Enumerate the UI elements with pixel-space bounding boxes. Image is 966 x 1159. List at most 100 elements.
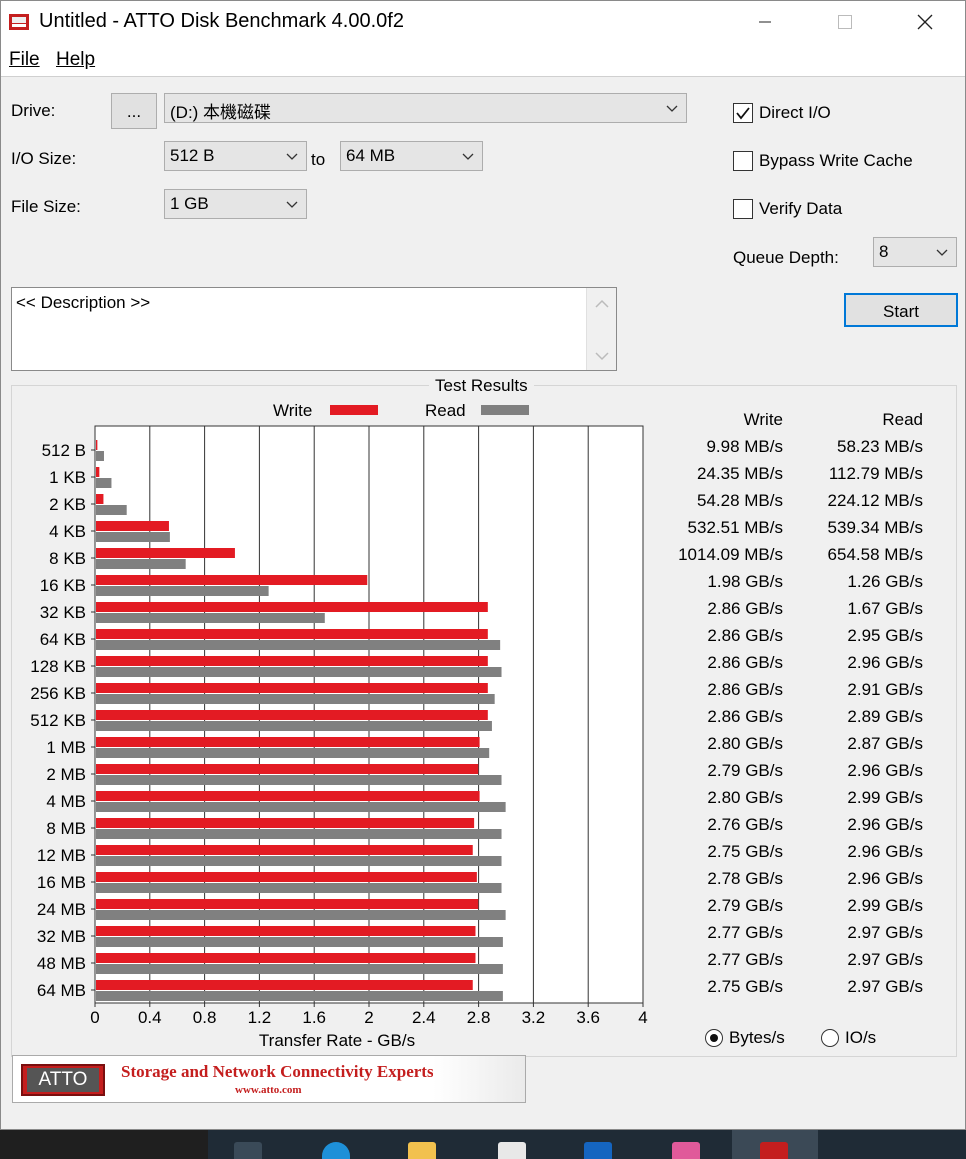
read-bar <box>96 883 502 893</box>
read-result-value: 2.99 GB/s <box>847 896 923 915</box>
atto-window: Untitled - ATTO Disk Benchmark 4.00.0f2 … <box>0 0 966 1130</box>
bytes-per-sec-radio[interactable]: Bytes/s <box>705 1028 785 1048</box>
y-tick-label: 256 KB <box>30 684 86 703</box>
write-bar <box>96 548 235 558</box>
y-tick-label: 16 KB <box>40 576 86 595</box>
atto-banner[interactable]: ATTO Storage and Network Connectivity Ex… <box>12 1055 526 1103</box>
read-bar <box>96 991 503 1001</box>
y-tick-label: 64 KB <box>40 630 86 649</box>
write-bar <box>96 710 488 720</box>
read-bar <box>96 559 186 569</box>
y-tick-label: 4 MB <box>46 792 86 811</box>
read-bar <box>96 451 104 461</box>
read-bar <box>96 505 127 515</box>
write-bar <box>96 440 98 450</box>
read-bar <box>96 586 269 596</box>
y-tick-label: 4 KB <box>49 522 86 541</box>
write-bar <box>96 845 473 855</box>
x-tick-label: 2 <box>364 1008 373 1027</box>
write-bar <box>96 629 488 639</box>
io-radio-circle <box>821 1029 839 1047</box>
read-bar <box>96 910 506 920</box>
read-result-value: 112.79 MB/s <box>828 464 923 483</box>
y-tick-label: 48 MB <box>37 954 86 973</box>
write-bar <box>96 737 480 747</box>
read-result-value: 2.97 GB/s <box>847 950 923 969</box>
bytes-radio-label: Bytes/s <box>729 1028 785 1047</box>
write-result-value: 2.76 GB/s <box>707 815 783 834</box>
x-tick-label: 3.6 <box>576 1008 600 1027</box>
read-bar <box>96 937 503 947</box>
write-result-value: 54.28 MB/s <box>697 491 783 510</box>
write-bar <box>96 818 475 828</box>
write-bar <box>96 872 477 882</box>
y-tick-label: 1 KB <box>49 468 86 487</box>
y-tick-label: 24 MB <box>37 900 86 919</box>
write-bar <box>96 791 480 801</box>
atto-taskbar-icon <box>760 1142 788 1159</box>
read-bar <box>96 856 502 866</box>
read-result-value: 2.97 GB/s <box>847 977 923 996</box>
read-bar <box>96 667 502 677</box>
read-bar <box>96 613 325 623</box>
io-radio-label: IO/s <box>845 1028 877 1047</box>
read-result-value: 1.67 GB/s <box>847 599 923 618</box>
write-result-value: 2.80 GB/s <box>707 788 783 807</box>
write-result-value: 1014.09 MB/s <box>678 545 783 564</box>
write-bar <box>96 899 479 909</box>
write-result-value: 2.79 GB/s <box>707 896 783 915</box>
x-tick-label: 2.8 <box>467 1008 491 1027</box>
write-result-value: 2.86 GB/s <box>707 680 783 699</box>
x-tick-label: 0.4 <box>138 1008 162 1027</box>
y-tick-label: 32 KB <box>40 603 86 622</box>
read-bar <box>96 721 492 731</box>
results-read-header: Read <box>882 410 923 429</box>
atto-logo: ATTO <box>21 1064 105 1096</box>
edge-icon[interactable] <box>322 1142 350 1159</box>
read-bar <box>96 478 112 488</box>
write-result-value: 1.98 GB/s <box>707 572 783 591</box>
write-result-value: 532.51 MB/s <box>687 518 783 537</box>
read-result-value: 1.26 GB/s <box>847 572 923 591</box>
mail-icon[interactable] <box>584 1142 612 1159</box>
read-bar <box>96 640 501 650</box>
x-axis-label: Transfer Rate - GB/s <box>259 1031 415 1050</box>
io-per-sec-radio[interactable]: IO/s <box>821 1028 876 1048</box>
taskbar-app-icon[interactable] <box>234 1142 262 1159</box>
write-result-value: 9.98 MB/s <box>706 437 783 456</box>
read-bar <box>96 694 495 704</box>
read-result-value: 2.96 GB/s <box>847 761 923 780</box>
photos-icon[interactable] <box>672 1142 700 1159</box>
y-tick-label: 128 KB <box>30 657 86 676</box>
read-result-value: 539.34 MB/s <box>827 518 923 537</box>
store-icon[interactable] <box>498 1142 526 1159</box>
write-bar <box>96 953 476 963</box>
folder-icon[interactable] <box>408 1142 436 1159</box>
write-bar <box>96 683 488 693</box>
write-bar <box>96 926 476 936</box>
read-bar <box>96 802 506 812</box>
x-tick-label: 0 <box>90 1008 99 1027</box>
read-result-value: 2.96 GB/s <box>847 815 923 834</box>
read-result-value: 654.58 MB/s <box>827 545 923 564</box>
read-result-value: 2.95 GB/s <box>847 626 923 645</box>
x-tick-label: 3.2 <box>522 1008 546 1027</box>
read-bar <box>96 775 502 785</box>
active-app-highlight[interactable] <box>732 1130 818 1159</box>
write-bar <box>96 980 473 990</box>
atto-logo-text: ATTO <box>27 1068 99 1092</box>
write-result-value: 2.78 GB/s <box>707 869 783 888</box>
read-bar <box>96 964 503 974</box>
write-result-value: 2.75 GB/s <box>707 977 783 996</box>
read-result-value: 2.91 GB/s <box>847 680 923 699</box>
y-tick-label: 512 KB <box>30 711 86 730</box>
read-result-value: 2.89 GB/s <box>847 707 923 726</box>
banner-fade <box>433 1056 525 1102</box>
write-result-value: 2.86 GB/s <box>707 599 783 618</box>
write-bar <box>96 575 368 585</box>
read-bar <box>96 532 170 542</box>
y-tick-label: 2 KB <box>49 495 86 514</box>
read-result-value: 2.97 GB/s <box>847 923 923 942</box>
write-bar <box>96 602 488 612</box>
write-bar <box>96 467 100 477</box>
